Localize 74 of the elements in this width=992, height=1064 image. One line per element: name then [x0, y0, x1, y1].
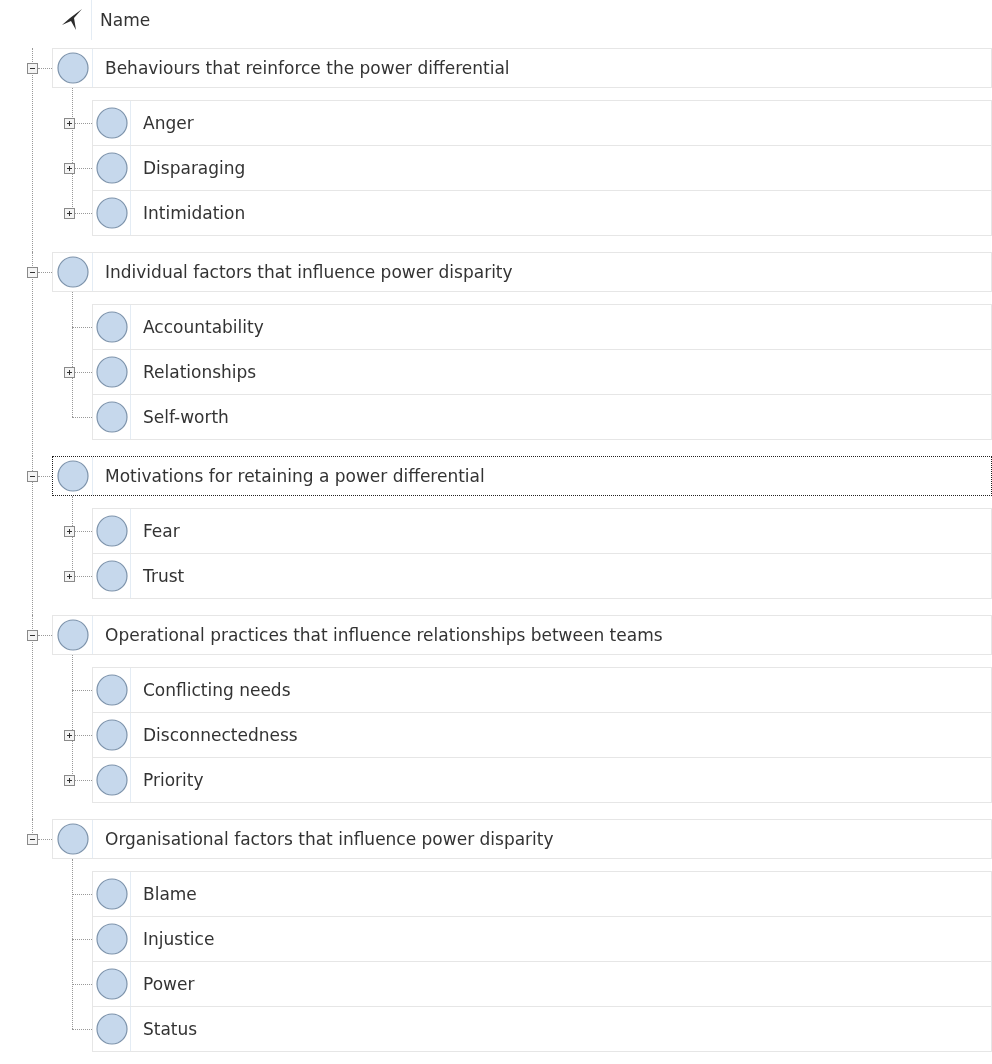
circle-icon [95, 197, 128, 229]
circle-icon [95, 674, 128, 706]
tree-row[interactable]: Blame [92, 871, 992, 917]
circle-icon [95, 311, 128, 343]
node-label: Motivations for retaining a power differential [104, 466, 485, 486]
node-label: Status [142, 1019, 198, 1039]
circle-icon [56, 460, 89, 492]
node-label: Organisational factors that influence power disparity [104, 829, 554, 849]
node-label: Power [142, 974, 195, 994]
node-label: Intimidation [142, 203, 246, 223]
collapse-icon[interactable] [27, 629, 38, 641]
circle-icon [95, 878, 128, 910]
circle-icon [95, 968, 128, 1000]
tree-row[interactable]: Disparaging [92, 145, 992, 191]
circle-icon [95, 560, 128, 592]
tree-row[interactable]: Accountability [92, 304, 992, 350]
expand-icon[interactable] [64, 570, 75, 582]
node-label: Injustice [142, 929, 215, 949]
column-header[interactable]: Name [92, 10, 151, 30]
tree-row[interactable]: Operational practices that influence relationships between teams [52, 615, 992, 655]
tree-row[interactable]: Intimidation [92, 190, 992, 236]
circle-icon [95, 401, 128, 433]
node-label: Individual factors that influence power disparity [104, 262, 513, 282]
tree-row[interactable]: Fear [92, 508, 992, 554]
collapse-icon[interactable] [27, 62, 38, 74]
node-label: Priority [142, 770, 204, 790]
expand-icon[interactable] [64, 774, 75, 786]
expand-icon[interactable] [64, 366, 75, 378]
expand-icon[interactable] [64, 525, 75, 537]
node-label: Trust [142, 566, 185, 586]
tree-row[interactable]: Anger [92, 100, 992, 146]
collapse-icon[interactable] [27, 470, 38, 482]
tree-row[interactable]: Behaviours that reinforce the power differential [52, 48, 992, 88]
tree-row[interactable]: Conflicting needs [92, 667, 992, 713]
node-label: Behaviours that reinforce the power differential [104, 58, 510, 78]
tree-row[interactable]: Relationships [92, 349, 992, 395]
collapse-icon[interactable] [27, 833, 38, 845]
circle-icon [95, 719, 128, 751]
circle-icon [95, 515, 128, 547]
node-label: Fear [142, 521, 180, 541]
tree-row[interactable]: Motivations for retaining a power differential [52, 456, 992, 496]
circle-icon [56, 52, 89, 84]
tree-row[interactable]: Organisational factors that influence power disparity [52, 819, 992, 859]
circle-icon [95, 107, 128, 139]
circle-icon [95, 923, 128, 955]
tree-row[interactable]: Self-worth [92, 394, 992, 440]
node-label: Anger [142, 113, 194, 133]
collapse-icon[interactable] [27, 266, 38, 278]
circle-icon [56, 619, 89, 651]
node-label: Disconnectedness [142, 725, 298, 745]
node-label: Self-worth [142, 407, 229, 427]
expand-icon[interactable] [64, 117, 75, 129]
tree-row[interactable]: Individual factors that influence power disparity [52, 252, 992, 292]
tree-row[interactable]: Disconnectedness [92, 712, 992, 758]
circle-icon [95, 1013, 128, 1045]
tree-row[interactable]: Priority [92, 757, 992, 803]
circle-icon [56, 823, 89, 855]
circle-icon [95, 356, 128, 388]
node-label: Accountability [142, 317, 264, 337]
circle-icon [56, 256, 89, 288]
tree-row[interactable]: Power [92, 961, 992, 1007]
node-label: Blame [142, 884, 197, 904]
circle-icon [95, 764, 128, 796]
node-label: Conflicting needs [142, 680, 291, 700]
tree-row[interactable]: Injustice [92, 916, 992, 962]
node-label: Operational practices that influence relationships between teams [104, 625, 663, 645]
tree-row[interactable]: Trust [92, 553, 992, 599]
node-label: Relationships [142, 362, 257, 382]
expand-icon[interactable] [64, 162, 75, 174]
expand-icon[interactable] [64, 729, 75, 741]
tree-row[interactable]: Status [92, 1006, 992, 1052]
node-label: Disparaging [142, 158, 246, 178]
circle-icon [95, 152, 128, 184]
expand-icon[interactable] [64, 207, 75, 219]
